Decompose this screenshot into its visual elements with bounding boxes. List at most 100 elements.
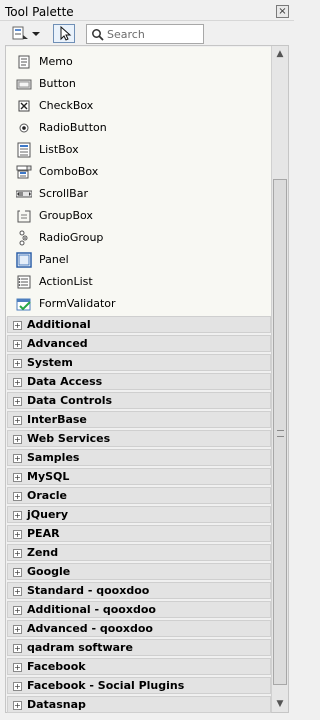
title-bar: Tool Palette × [0,0,294,21]
category-samples[interactable]: + Samples [7,449,271,466]
category-qadram-software[interactable]: + qadram software [7,639,271,656]
component-label: ActionList [39,275,93,288]
category-interbase[interactable]: + InterBase [7,411,271,428]
category-label: Advanced - qooxdoo [27,622,153,635]
expand-icon[interactable]: + [13,359,22,368]
component-label: Panel [39,253,69,266]
expand-icon[interactable]: + [13,435,22,444]
category-label: Zend [27,546,59,559]
expand-icon[interactable]: + [13,549,22,558]
component-label: CheckBox [39,99,94,112]
component-label: ScrollBar [39,187,88,200]
category-data-controls[interactable]: + Data Controls [7,392,271,409]
expand-icon[interactable]: + [13,416,22,425]
expand-icon[interactable]: + [13,701,22,710]
listbox-icon [17,142,31,158]
expand-icon[interactable]: + [13,682,22,691]
category-additional[interactable]: + Additional [7,316,271,333]
category-advanced-qooxdoo[interactable]: + Advanced - qooxdoo [7,620,271,637]
component-memo[interactable]: Memo [16,51,266,73]
component-panel[interactable]: Panel [16,249,266,271]
cursor-button[interactable] [53,24,75,43]
palette-menu-icon [12,26,40,40]
search-box[interactable] [86,24,204,44]
category-label: Additional - qooxdoo [27,603,156,616]
component-label: Memo [39,55,73,68]
category-label: Advanced [27,337,88,350]
category-data-access[interactable]: + Data Access [7,373,271,390]
panel-icon [16,252,32,268]
component-label: RadioGroup [39,231,104,244]
component-label: FormValidator [39,297,116,310]
category-jquery[interactable]: + jQuery [7,506,271,523]
search-input[interactable] [107,27,199,41]
category-oracle[interactable]: + Oracle [7,487,271,504]
component-radio-group[interactable]: RadioGroup [16,227,266,249]
category-label: Standard - qooxdoo [27,584,150,597]
window-title: Tool Palette [5,5,74,19]
expand-icon[interactable]: + [13,606,22,615]
category-web-services[interactable]: + Web Services [7,430,271,447]
close-button[interactable]: × [276,5,289,18]
expand-icon[interactable]: + [13,587,22,596]
scroll-up-arrow-icon[interactable]: ▲ [272,46,288,62]
expand-icon[interactable]: + [13,454,22,463]
expand-icon[interactable]: + [13,473,22,482]
palette-menu-button[interactable] [9,24,47,43]
search-icon [92,29,104,41]
category-label: Facebook - Social Plugins [27,679,185,692]
category-label: MySQL [27,470,70,483]
category-facebook-social-plugins[interactable]: + Facebook - Social Plugins [7,677,271,694]
expand-icon[interactable]: + [13,492,22,501]
expand-icon[interactable]: + [13,530,22,539]
expand-icon[interactable]: + [13,663,22,672]
memo-icon [18,55,30,69]
expand-icon[interactable]: + [13,568,22,577]
category-additional-qooxdoo[interactable]: + Additional - qooxdoo [7,601,271,618]
grip-icon [277,430,284,437]
expand-icon[interactable]: + [13,625,22,634]
category-google[interactable]: + Google [7,563,271,580]
component-action-list[interactable]: ActionList [16,271,266,293]
category-label: Oracle [27,489,67,502]
category-mysql[interactable]: + MySQL [7,468,271,485]
scroll-down-arrow-icon[interactable]: ▼ [272,696,288,712]
tool-palette-panel: Memo Button CheckBox RadioButton ListBox… [5,45,289,713]
category-label: qadram software [27,641,133,654]
toolbar [0,21,294,46]
category-standard-qooxdoo[interactable]: + Standard - qooxdoo [7,582,271,599]
category-datasnap[interactable]: + Datasnap [7,696,271,713]
component-checkbox[interactable]: CheckBox [16,95,266,117]
component-combobox[interactable]: ComboBox [16,161,266,183]
category-label: Data Access [27,375,103,388]
component-label: ComboBox [39,165,99,178]
component-groupbox[interactable]: GroupBox [16,205,266,227]
combobox-icon [16,165,32,179]
expand-icon[interactable]: + [13,644,22,653]
category-label: Datasnap [27,698,86,711]
scroll-thumb[interactable] [273,179,287,685]
vertical-scrollbar[interactable]: ▲ ▼ [271,46,288,712]
component-label: ListBox [39,143,79,156]
category-label: System [27,356,73,369]
component-button[interactable]: Button [16,73,266,95]
expand-icon[interactable]: + [13,340,22,349]
category-system[interactable]: + System [7,354,271,371]
component-radio-button[interactable]: RadioButton [16,117,266,139]
expand-icon[interactable]: + [13,378,22,387]
component-scrollbar[interactable]: ScrollBar [16,183,266,205]
category-zend[interactable]: + Zend [7,544,271,561]
category-pear[interactable]: + PEAR [7,525,271,542]
component-listbox[interactable]: ListBox [16,139,266,161]
expand-icon[interactable]: + [13,397,22,406]
category-advanced[interactable]: + Advanced [7,335,271,352]
category-label: jQuery [27,508,69,521]
radio-button-icon [19,123,29,133]
category-label: Additional [27,318,91,331]
checkbox-icon [18,100,30,112]
component-form-validator[interactable]: FormValidator [16,293,266,315]
expand-icon[interactable]: + [13,511,22,520]
expand-icon[interactable]: + [13,321,22,330]
category-facebook[interactable]: + Facebook [7,658,271,675]
category-label: Data Controls [27,394,113,407]
